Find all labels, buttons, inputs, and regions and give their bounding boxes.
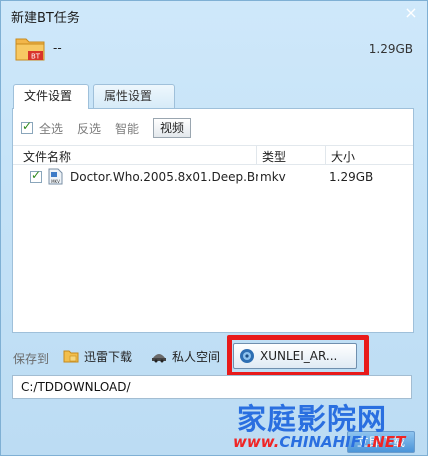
save-to-label: 保存到	[13, 352, 50, 366]
window-title: 新建BT任务	[11, 11, 80, 26]
video-filter-button[interactable]: 视频	[153, 118, 192, 138]
folder-icon	[63, 350, 79, 363]
private-space-icon	[152, 354, 166, 363]
watermark-site-name: 家庭影院网	[237, 402, 388, 436]
file-size: 1.29GB	[329, 170, 374, 184]
task-name: --	[53, 41, 62, 55]
select-all-checkbox[interactable]	[21, 119, 33, 134]
watermark-tld: .NET	[366, 433, 406, 451]
invert-selection-button[interactable]: 反选	[77, 120, 101, 137]
file-name: Doctor.Who.2005.8x01.Deep.Bre...	[70, 170, 258, 184]
close-icon[interactable]: ×	[403, 5, 419, 21]
select-all-label[interactable]: 全选	[39, 120, 63, 137]
dialog-window: 新建BT任务 × BT -- 1.29GB 文件设置 属性设置 全选 反选 智能…	[0, 0, 428, 456]
save-private-space-option[interactable]: 私人空间	[151, 343, 220, 369]
table-header: 文件名称 类型 大小	[13, 145, 413, 165]
watermark-domain: CHINAHIFI	[279, 433, 367, 451]
file-type: mkv	[260, 170, 286, 184]
column-type[interactable]: 类型	[262, 148, 286, 165]
bt-folder-icon: BT	[15, 38, 45, 61]
column-filename[interactable]: 文件名称	[23, 148, 71, 165]
table-row[interactable]: MKV Doctor.Who.2005.8x01.Deep.Bre... mkv…	[13, 167, 413, 187]
watermark-www: www.	[233, 433, 280, 451]
task-size: 1.29GB	[368, 42, 413, 56]
column-divider	[256, 146, 257, 164]
row-checkbox[interactable]	[30, 168, 42, 183]
video-file-icon: MKV	[48, 168, 63, 185]
option-label: 迅雷下载	[84, 349, 133, 364]
column-size[interactable]: 大小	[331, 148, 355, 165]
file-panel: 全选 反选 智能 视频 文件名称 类型 大小 MKV Doctor.Who.20…	[12, 108, 414, 333]
column-divider	[325, 146, 326, 164]
tab-property-settings[interactable]: 属性设置	[93, 84, 175, 108]
smart-select-button[interactable]: 智能	[115, 120, 139, 137]
filter-bar: 全选 反选 智能 视频	[21, 118, 192, 138]
highlight-box	[227, 335, 369, 377]
watermark-url: www.CHINAHIFI.NET	[233, 433, 405, 451]
bt-badge: BT	[31, 53, 41, 61]
file-type-badge: MKV	[51, 179, 60, 184]
save-xunlei-download-option[interactable]: 迅雷下载	[63, 343, 132, 369]
option-label: 私人空间	[172, 349, 221, 364]
tab-file-settings[interactable]: 文件设置	[13, 84, 89, 109]
